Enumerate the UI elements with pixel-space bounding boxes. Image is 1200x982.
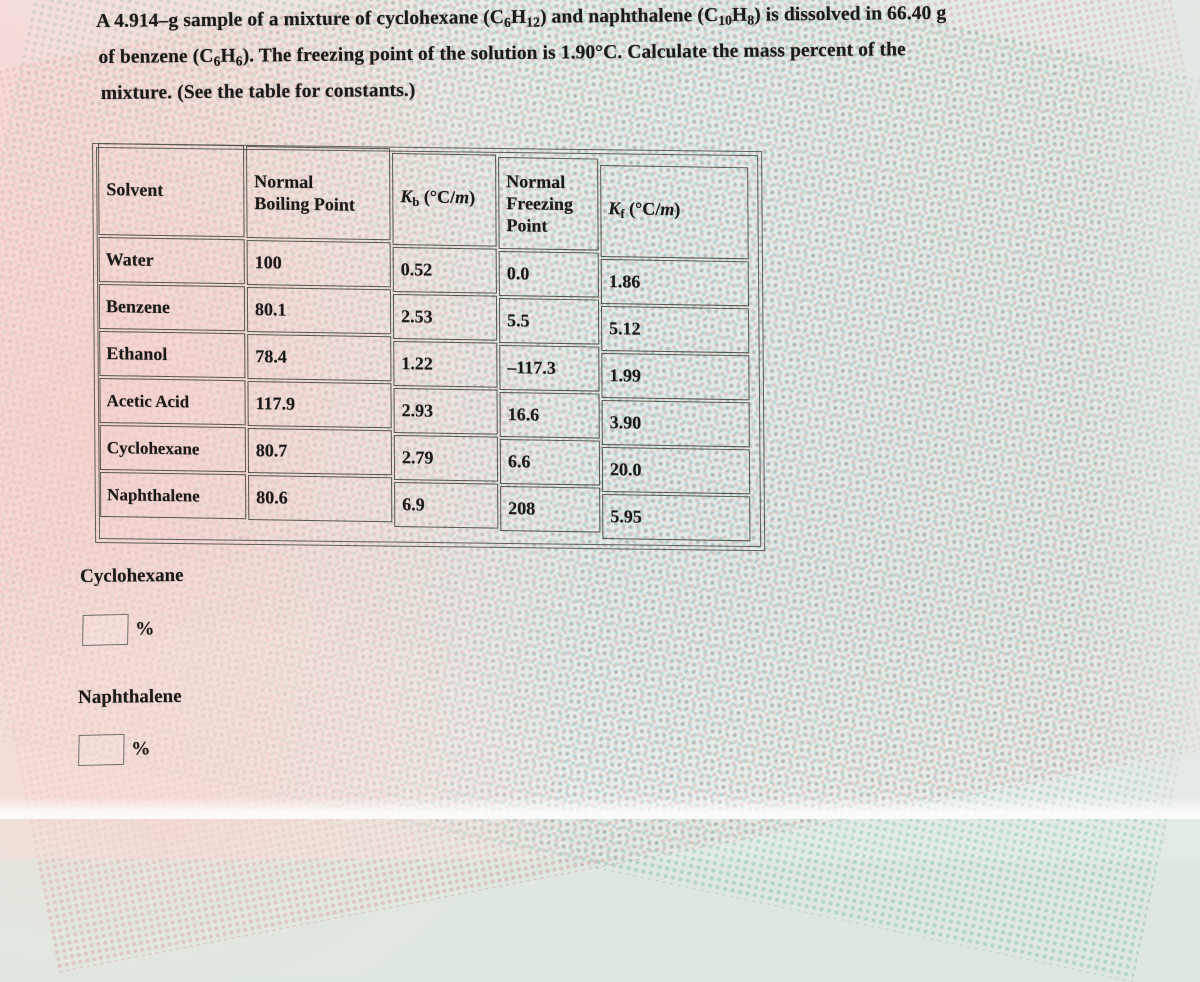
problem-statement: A 4.914–g sample of a mixture of cyclohe… bbox=[96, 0, 1200, 109]
table-cell: –117.3 bbox=[499, 344, 600, 392]
table-row: Ethanol bbox=[99, 330, 246, 379]
table-row: Water bbox=[98, 236, 245, 285]
table-column-boiling-point: Normal Boiling Point 100 80.1 78.4 117.9 … bbox=[246, 145, 393, 523]
table-cell: 5.5 bbox=[498, 297, 600, 345]
answer-row-naphthalene: % bbox=[78, 733, 151, 767]
table-cell: 78.4 bbox=[247, 333, 392, 382]
column-header-kb: Kb (°C/m) bbox=[392, 152, 497, 247]
column-header-boiling-point: Normal Boiling Point bbox=[246, 145, 391, 241]
table-row: Cyclohexane bbox=[99, 424, 247, 473]
table-column-freezing-point: Normal Freezing Point 0.0 5.5 –117.3 16.6 … bbox=[498, 156, 601, 533]
table-row: Acetic Acid bbox=[99, 377, 246, 426]
table-cell: 5.95 bbox=[602, 493, 751, 542]
column-header-freezing-point: Normal Freezing Point bbox=[498, 156, 599, 251]
table-cell: 2.79 bbox=[393, 434, 499, 482]
naphthalene-percent-input[interactable] bbox=[78, 733, 125, 767]
table-column-solvent: Solvent Water Benzene Ethanol Acetic Aci… bbox=[98, 143, 247, 520]
table-column-kf: Kf (°C/m) 1.86 5.12 1.99 3.90 20.0 5.95 bbox=[600, 164, 751, 542]
answer-row-cyclohexane: % bbox=[82, 613, 155, 647]
table-cell: 16.6 bbox=[499, 391, 600, 439]
answer-label-cyclohexane: Cyclohexane bbox=[80, 564, 184, 587]
table-cell: 6.9 bbox=[394, 481, 499, 529]
table-cell: 117.9 bbox=[247, 380, 392, 429]
table-cell: 2.93 bbox=[393, 387, 498, 435]
solvent-constants-table: Solvent Water Benzene Ethanol Acetic Aci… bbox=[92, 143, 766, 552]
table-cell: 6.6 bbox=[499, 438, 601, 486]
table-cell: 3.90 bbox=[601, 399, 750, 448]
table-cell: 0.52 bbox=[392, 246, 497, 294]
table-cell: 2.53 bbox=[392, 293, 498, 341]
table-cell: 80.6 bbox=[248, 474, 393, 523]
column-header-kf: Kf (°C/m) bbox=[600, 164, 749, 260]
table-cell: 20.0 bbox=[601, 446, 751, 495]
percent-sign-naphthalene: % bbox=[131, 737, 151, 760]
table-cell: 0.0 bbox=[498, 250, 599, 298]
answer-label-naphthalene: Naphthalene bbox=[78, 685, 182, 708]
cyclohexane-percent-input[interactable] bbox=[82, 613, 129, 647]
column-header-solvent: Solvent bbox=[98, 143, 245, 238]
table-cell: 1.22 bbox=[393, 340, 498, 388]
table-cell: 5.12 bbox=[600, 305, 750, 354]
table-cell: 1.86 bbox=[600, 258, 750, 307]
table-cell: 208 bbox=[500, 485, 601, 533]
table-row: Benzene bbox=[98, 283, 246, 332]
table-cell: 100 bbox=[246, 239, 391, 288]
percent-sign-cyclohexane: % bbox=[135, 617, 155, 640]
table-cell: 80.1 bbox=[246, 286, 392, 335]
table-cell: 80.7 bbox=[247, 427, 393, 476]
table-cell: 1.99 bbox=[601, 352, 750, 401]
table-column-kb: Kb (°C/m) 0.52 2.53 1.22 2.93 2.79 6.9 bbox=[392, 152, 499, 529]
table-row: Naphthalene bbox=[100, 471, 247, 520]
